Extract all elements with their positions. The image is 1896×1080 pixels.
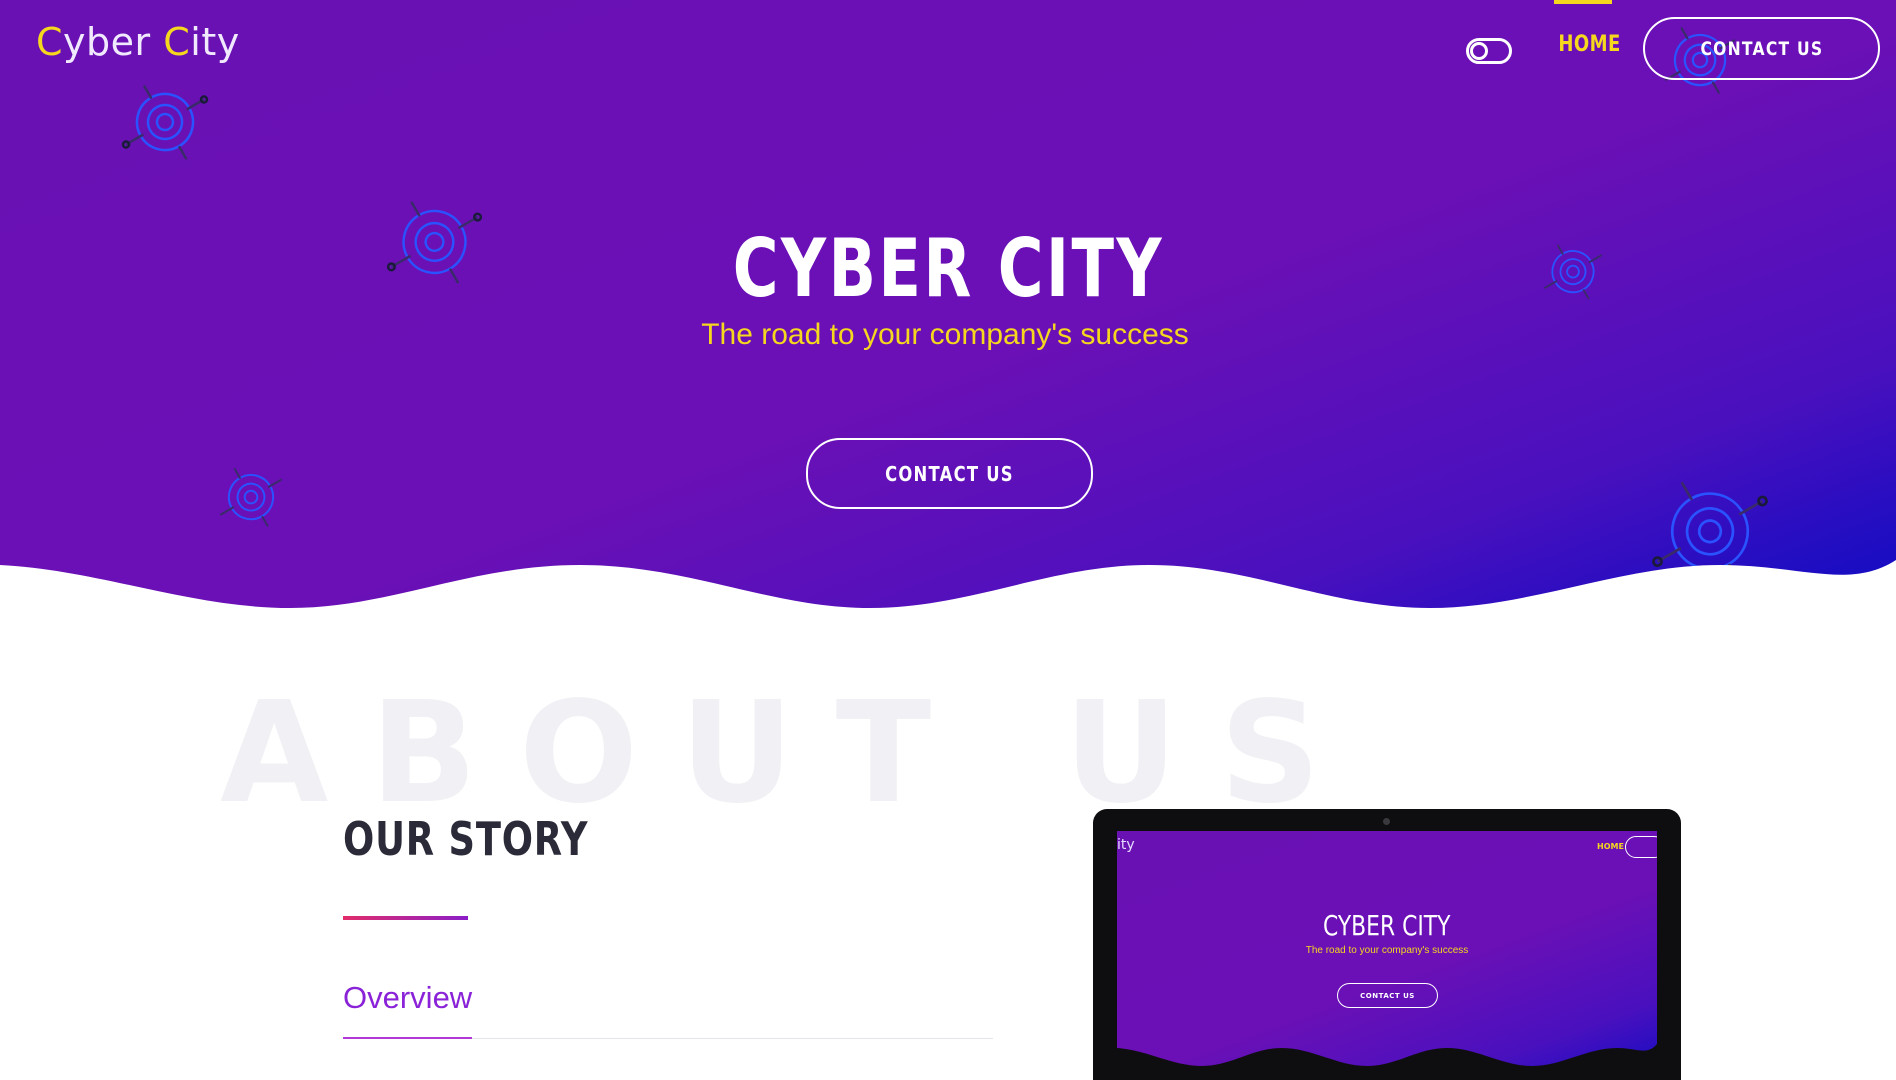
circuit-icon <box>121 85 209 160</box>
mini-hero-button: CONTACT US <box>1337 983 1438 1008</box>
nav-home-label: HOME <box>1558 32 1621 57</box>
monitor-screen: ity HOME CYBER CITY The road to your com… <box>1117 831 1657 1080</box>
logo-letter: C <box>36 20 64 64</box>
logo-text: yber <box>63 20 164 64</box>
story-title-underline <box>343 916 468 920</box>
nav-active-indicator <box>1554 0 1612 4</box>
monitor-mockup: ity HOME CYBER CITY The road to your com… <box>1093 809 1681 1080</box>
hero-subtitle: The road to your company's success <box>701 318 1189 351</box>
logo-letter: C <box>163 20 191 64</box>
mini-hero-title: CYBER CITY <box>1117 909 1657 942</box>
tab-overview-active-indicator <box>343 1037 472 1039</box>
mini-hero-subtitle: The road to your company's success <box>1305 945 1469 956</box>
hero-title: CYBER CITY <box>0 222 1896 315</box>
theme-toggle-icon[interactable] <box>1466 38 1512 64</box>
hero-contact-label: CONTACT US <box>885 461 1014 486</box>
mini-nav-home: HOME <box>1597 842 1624 851</box>
hero-title-text: CYBER CITY <box>732 222 1164 315</box>
header-contact-label: CONTACT US <box>1700 37 1823 60</box>
mini-header-button <box>1625 836 1657 858</box>
mini-logo: ity <box>1117 837 1135 853</box>
tab-overview[interactable]: Overview <box>343 980 472 1016</box>
mini-hero-title-text: CYBER CITY <box>1323 909 1451 942</box>
story-title-text: OUR STORY <box>343 812 589 866</box>
hero-section: Cyber City HOME CONTACT US CYBER CITY Th… <box>0 0 1896 620</box>
toggle-knob <box>1470 42 1488 60</box>
camera-dot <box>1383 818 1390 825</box>
header-contact-button[interactable]: CONTACT US <box>1643 17 1880 80</box>
hero-wave-divider <box>0 560 1896 620</box>
mini-wave <box>1117 1044 1657 1080</box>
hero-contact-button[interactable]: CONTACT US <box>806 438 1093 509</box>
site-logo[interactable]: Cyber City <box>36 20 240 64</box>
logo-text: ity <box>190 20 240 64</box>
story-title: OUR STORY <box>343 812 650 866</box>
nav-home-link[interactable]: HOME <box>1558 32 1620 57</box>
